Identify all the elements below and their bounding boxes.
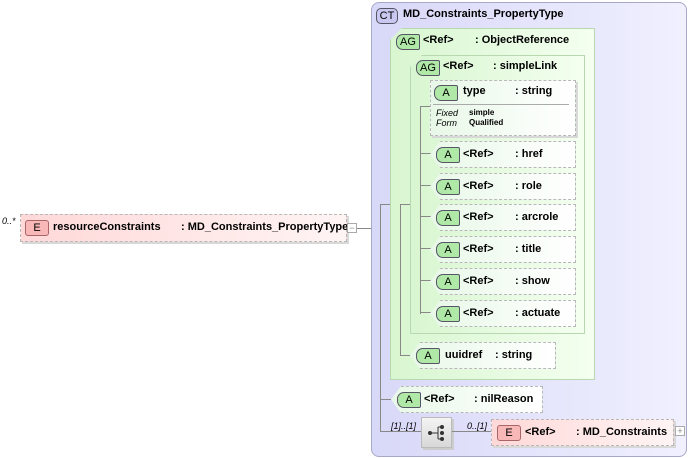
connector xyxy=(400,204,401,356)
attribute-item[interactable]: A <Ref> : title xyxy=(430,236,576,263)
attribute-type[interactable]: A type : string Fixed simple Form Qualif… xyxy=(430,80,576,136)
attribute-icon: A xyxy=(436,274,460,290)
attribute-type-value: : nilReason xyxy=(474,393,534,405)
element-name: resourceConstraints xyxy=(53,221,161,233)
sequence-icon xyxy=(428,425,444,441)
group-type: : ObjectReference xyxy=(475,34,570,46)
element-cardinality: 0..[1] xyxy=(467,421,488,431)
attribute-type-value: : actuate xyxy=(515,307,561,319)
element-resource-constraints[interactable]: E resourceConstraints : MD_Constraints_P… xyxy=(20,214,349,242)
connector xyxy=(380,399,392,400)
connector xyxy=(452,431,491,432)
sequence-compositor[interactable] xyxy=(421,417,452,448)
attribute-type-value: : role xyxy=(515,180,542,192)
connector xyxy=(380,204,381,432)
attribute-icon: A xyxy=(416,348,440,364)
connector xyxy=(420,216,431,217)
attribute-name: <Ref> xyxy=(463,148,494,160)
connector xyxy=(420,312,431,313)
attribute-type-value: : arcrole xyxy=(515,211,559,223)
complex-type-name: MD_Constraints_PropertyType xyxy=(403,8,564,20)
group-name: <Ref> xyxy=(443,60,474,72)
fixed-label: Fixed xyxy=(436,108,459,118)
fixed-value: simple xyxy=(469,108,495,117)
element-icon: E xyxy=(497,425,521,441)
connector xyxy=(400,204,410,205)
attribute-group-icon: AG xyxy=(396,34,420,50)
attribute-type-value: : href xyxy=(515,148,543,160)
form-value: Qualified xyxy=(469,118,504,127)
divider xyxy=(433,104,569,105)
attribute-name: <Ref> xyxy=(424,393,455,405)
attribute-type-value: : string xyxy=(515,85,553,97)
attribute-name: type xyxy=(463,85,486,97)
attribute-item[interactable]: A <Ref> : role xyxy=(430,173,576,200)
attribute-type-value: : title xyxy=(515,243,542,255)
connector xyxy=(400,355,411,356)
element-type: : MD_Constraints xyxy=(576,426,668,438)
element-type: : MD_Constraints_PropertyType xyxy=(181,221,349,233)
attribute-icon: A xyxy=(434,85,458,101)
connector xyxy=(420,106,430,107)
attribute-icon: A xyxy=(436,147,460,163)
connector xyxy=(380,431,421,432)
attribute-icon: A xyxy=(436,242,460,258)
expand-icon[interactable]: + xyxy=(675,426,685,436)
attribute-icon: A xyxy=(436,306,460,322)
collapse-icon[interactable]: − xyxy=(347,223,357,233)
attribute-name: <Ref> xyxy=(463,180,494,192)
attribute-name: <Ref> xyxy=(463,307,494,319)
complex-type-icon: CT xyxy=(376,8,398,24)
attribute-name: <Ref> xyxy=(463,275,494,287)
attribute-uuidref[interactable]: A uuidref : string xyxy=(410,342,556,369)
attribute-type-value: : string xyxy=(495,349,533,361)
connector xyxy=(420,153,431,154)
attribute-item[interactable]: A <Ref> : actuate xyxy=(430,300,576,327)
attribute-name: <Ref> xyxy=(463,243,494,255)
attribute-icon: A xyxy=(436,179,460,195)
element-name: <Ref> xyxy=(525,426,556,438)
element-md-constraints[interactable]: E <Ref> : MD_Constraints xyxy=(491,419,674,446)
connector xyxy=(420,248,431,249)
connector xyxy=(420,106,421,314)
attribute-nil-reason[interactable]: A <Ref> : nilReason xyxy=(391,386,543,413)
connector xyxy=(380,204,391,205)
attribute-item[interactable]: A <Ref> : href xyxy=(430,141,576,168)
connector xyxy=(420,185,431,186)
attribute-name: <Ref> xyxy=(463,211,494,223)
group-name: <Ref> xyxy=(423,34,454,46)
attribute-group-icon: AG xyxy=(416,60,440,76)
group-type: : simpleLink xyxy=(493,60,558,72)
element-icon: E xyxy=(25,220,49,236)
attribute-name: uuidref xyxy=(445,349,483,361)
attribute-icon: A xyxy=(397,392,421,408)
form-label: Form xyxy=(436,118,457,128)
attribute-item[interactable]: A <Ref> : show xyxy=(430,268,576,295)
attribute-type-value: : show xyxy=(515,275,550,287)
connector xyxy=(420,280,431,281)
sequence-cardinality: [1]..[1] xyxy=(391,421,417,431)
attribute-icon: A xyxy=(436,210,460,226)
root-cardinality: 0..* xyxy=(2,216,16,226)
attribute-item[interactable]: A <Ref> : arcrole xyxy=(430,204,576,231)
